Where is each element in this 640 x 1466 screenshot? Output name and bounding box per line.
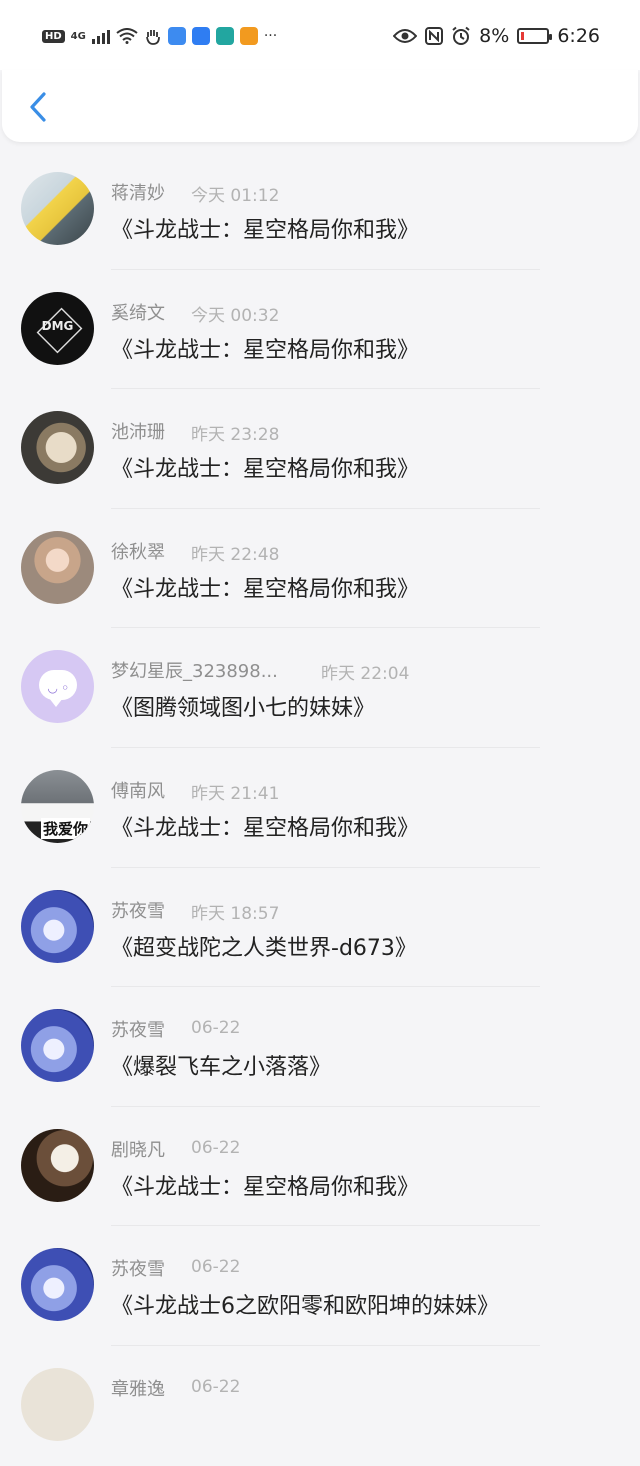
eye-icon [393,29,418,43]
timestamp: 今天 00:32 [191,305,280,326]
list-item[interactable]: 池沛珊 昨天 23:28 《斗龙战士：星空格局你和我》 [0,389,640,509]
weather-app-icon [167,27,186,45]
timestamp: 昨天 18:57 [191,903,280,924]
timestamp: 昨天 23:28 [191,425,280,446]
chevron-left-icon[interactable] [24,88,54,126]
top-nav-bar [2,70,638,142]
sender-name: 池沛珊 [111,422,165,444]
list-item[interactable]: DMG 奚绮文 今天 00:32 《斗龙战士：星空格局你和我》 [0,270,640,390]
timestamp: 06-22 [191,1137,241,1158]
sender-name: 苏夜雪 [111,1020,165,1042]
sender-name: 徐秋翠 [111,541,165,563]
list-item[interactable]: 我爱你 傅南风 昨天 21:41 《斗龙战士：星空格局你和我》 [0,748,640,868]
hd-badge: HD [42,29,65,43]
sender-name: 苏夜雪 [111,900,165,922]
avatar-text: 我爱你 [41,817,91,839]
timestamp: 06-22 [191,1018,241,1039]
network-type: 4G [70,30,86,42]
hand-icon [145,30,160,45]
alipay-app-icon [191,27,210,45]
clock: 6:26 [557,25,600,47]
status-right: 8% 6:26 [393,22,600,50]
sender-name: 剧晓凡 [111,1139,165,1161]
sender-name: 章雅逸 [111,1378,165,1400]
list-item[interactable]: 苏夜雪 06-22 《爆裂飞车之小落落》 [0,987,640,1107]
timestamp: 06-22 [191,1257,241,1278]
boss-app-icon [215,27,234,45]
timestamp: 今天 01:12 [191,186,280,206]
message-title: 《爆裂飞车之小落落》 [111,1055,332,1081]
battery-icon [517,28,553,44]
wifi-icon [116,28,138,44]
message-title: 《斗龙战士：星空格局你和我》 [111,815,420,841]
avatar[interactable] [21,1009,94,1083]
message-list: 蒋清妙 今天 01:12 《斗龙战士：星空格局你和我》 DMG 奚绮文 今天 0… [0,150,640,1466]
status-left: HD 4G ··· [42,22,277,50]
list-item[interactable]: 苏夜雪 昨天 18:57 《超变战陀之人类世界-d673》 [0,868,640,988]
avatar[interactable]: ◡ ◦ [21,650,94,724]
avatar[interactable] [21,1248,94,1322]
list-item[interactable]: 徐秋翠 昨天 22:48 《斗龙战士：星空格局你和我》 [0,509,640,629]
avatar[interactable] [21,172,94,245]
sender-name: 苏夜雪 [111,1259,165,1281]
sender-name: 傅南风 [111,780,165,802]
more-notifications: ··· [263,28,278,44]
sender-name: 蒋清妙 [111,183,165,204]
avatar[interactable] [21,889,94,963]
timestamp: 昨天 22:48 [191,544,280,565]
sender-name: 梦幻星辰_323898... [111,661,278,683]
avatar-text: DMG [41,318,74,333]
timestamp: 昨天 21:41 [191,783,280,804]
message-title: 《斗龙战士：星空格局你和我》 [111,218,420,243]
alarm-icon [452,26,470,45]
nfc-icon [425,27,444,45]
avatar[interactable] [21,1367,94,1441]
message-title: 《斗龙战士：星空格局你和我》 [111,576,420,602]
avatar[interactable] [21,530,94,604]
avatar[interactable]: 我爱你 [21,769,94,843]
message-title: 《斗龙战士：星空格局你和我》 [111,1174,420,1200]
battery-percent: 8% [479,25,510,47]
list-item[interactable]: 章雅逸 06-22 [0,1346,640,1466]
message-title: 《图腾领域图小七的妹妹》 [111,696,376,722]
message-title: 《斗龙战士6之欧阳零和欧阳坤的妹妹》 [111,1294,499,1320]
avatar[interactable]: DMG [21,291,94,365]
message-title: 《超变战陀之人类世界-d673》 [111,935,417,961]
avatar[interactable] [21,411,94,485]
timestamp: 昨天 22:04 [321,664,410,685]
play-app-icon [239,27,258,45]
message-title: 《斗龙战士：星空格局你和我》 [111,457,420,483]
list-item[interactable]: 苏夜雪 06-22 《斗龙战士6之欧阳零和欧阳坤的妹妹》 [0,1226,640,1346]
message-title: 《斗龙战士：星空格局你和我》 [111,337,420,363]
status-bar: HD 4G ··· 8% 6:26 [0,0,640,70]
signal-icon [91,28,110,44]
avatar-text: ◡ ◦ [48,681,70,696]
avatar[interactable] [21,1128,94,1202]
list-item[interactable]: 剧晓凡 06-22 《斗龙战士：星空格局你和我》 [0,1107,640,1227]
list-item[interactable]: ◡ ◦ 梦幻星辰_323898... 昨天 22:04 《图腾领域图小七的妹妹》 [0,628,640,748]
list-item[interactable]: 蒋清妙 今天 01:12 《斗龙战士：星空格局你和我》 [0,150,640,270]
sender-name: 奚绮文 [111,302,165,324]
